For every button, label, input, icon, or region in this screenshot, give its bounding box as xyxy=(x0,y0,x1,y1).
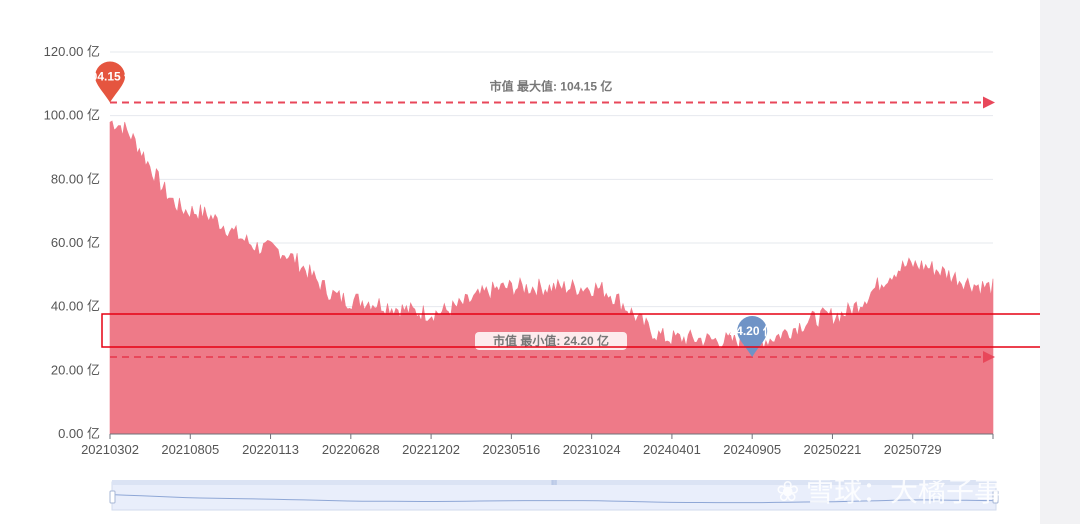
y-tick-label: 0.00 亿 xyxy=(58,426,100,441)
y-tick-label: 80.00 亿 xyxy=(51,171,100,186)
x-tick-label: 20221202 xyxy=(402,442,460,457)
x-tick-label: 20250221 xyxy=(804,442,862,457)
y-tick-label: 120.00 亿 xyxy=(44,44,100,59)
y-axis-ticks: 0.00 亿 20.00 亿 40.00 亿 60.00 亿 80.00 亿 100.00… xyxy=(44,44,100,441)
y-tick-label: 60.00 亿 xyxy=(51,235,100,250)
min-mark-label: 市值 最小值: 24.20 亿 xyxy=(493,333,609,348)
max-mark-arrow-icon xyxy=(983,96,995,109)
y-tick-label: 20.00 亿 xyxy=(51,362,100,377)
y-tick-label: 100.00 亿 xyxy=(44,108,100,123)
x-tick-label: 20230516 xyxy=(482,442,540,457)
slider-grip-icon[interactable]: III xyxy=(551,480,557,487)
min-pin-label: 24.20 亿 xyxy=(729,323,774,338)
x-tick-label: 20220628 xyxy=(322,442,380,457)
market-cap-chart: 0.00 亿 20.00 亿 40.00 亿 60.00 亿 80.00 亿 100.00… xyxy=(44,44,1040,511)
max-mark-label: 市值 最大值: 104.15 亿 xyxy=(490,78,613,93)
side-panel xyxy=(1040,0,1080,524)
y-tick-label: 40.00 亿 xyxy=(51,299,100,314)
x-axis-ticks: 20210302 20210805 20220113 20220628 20221202… xyxy=(81,434,994,457)
x-tick-label: 20210302 xyxy=(81,442,139,457)
watermark-logo-icon: ❀ xyxy=(776,475,799,508)
slider-left-handle[interactable] xyxy=(109,490,116,504)
series-area-path xyxy=(109,120,994,435)
x-tick-label: 20250729 xyxy=(884,442,942,457)
watermark-text: 雪球：大橘子事务所 xyxy=(806,475,1040,508)
x-tick-label: 20231024 xyxy=(563,442,621,457)
max-pin-label: 104.15 亿 xyxy=(84,68,136,83)
x-tick-label: 20240905 xyxy=(723,442,781,457)
x-tick-label: 20240401 xyxy=(643,442,701,457)
x-tick-label: 20210805 xyxy=(161,442,219,457)
series-area xyxy=(109,120,994,435)
x-tick-label: 20220113 xyxy=(242,442,299,457)
